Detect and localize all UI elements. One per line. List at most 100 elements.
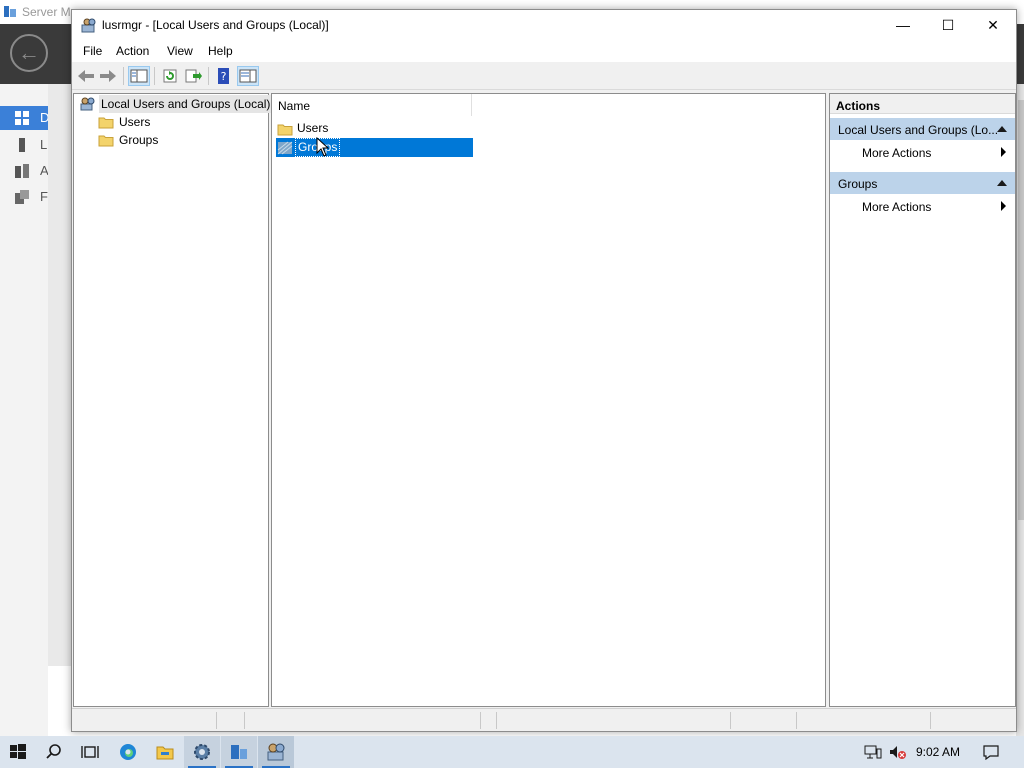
list-item-users[interactable]: Users bbox=[276, 119, 473, 138]
export-list-button[interactable] bbox=[182, 66, 204, 86]
lusrmgr-taskbar-button[interactable] bbox=[258, 736, 294, 768]
status-bar-divider bbox=[930, 712, 931, 729]
folder-icon bbox=[98, 135, 114, 147]
forward-icon bbox=[100, 70, 116, 82]
lusrmgr-window: lusrmgr - [Local Users and Groups (Local… bbox=[71, 9, 1017, 732]
network-icon[interactable] bbox=[864, 744, 882, 760]
action-group-label: Groups bbox=[838, 177, 878, 191]
window-titlebar[interactable]: lusrmgr - [Local Users and Groups (Local… bbox=[72, 10, 1016, 40]
edge-taskbar-button[interactable] bbox=[110, 736, 146, 768]
actions-header: Actions bbox=[830, 94, 1015, 114]
menu-action[interactable]: Action bbox=[116, 44, 149, 58]
maximize-button[interactable]: ☐ bbox=[925, 10, 971, 40]
menu-view[interactable]: View bbox=[167, 44, 193, 58]
folder-icon bbox=[98, 117, 114, 129]
clock-time[interactable]: 9:02 AM bbox=[916, 745, 960, 759]
server-manager-title: Server Ma bbox=[22, 5, 78, 19]
mouse-cursor-icon bbox=[316, 137, 330, 157]
close-icon: ✕ bbox=[987, 17, 999, 33]
notifications-icon[interactable] bbox=[982, 744, 1000, 760]
action-group-groups[interactable]: Groups bbox=[830, 172, 1015, 194]
show-hide-tree-icon bbox=[130, 69, 148, 83]
task-view-icon bbox=[81, 746, 99, 758]
help-icon: ? bbox=[218, 68, 229, 84]
collapse-caret-icon[interactable] bbox=[997, 126, 1007, 132]
list-item-groups[interactable]: Groups bbox=[276, 138, 473, 157]
status-bar-divider bbox=[796, 712, 797, 729]
maximize-icon: ☐ bbox=[941, 17, 955, 33]
file-explorer-taskbar-button[interactable] bbox=[147, 736, 183, 768]
menu-file[interactable]: File bbox=[83, 44, 102, 58]
column-header-label: Name bbox=[278, 99, 311, 113]
status-bar bbox=[72, 708, 1016, 731]
dashboard-icon bbox=[15, 111, 29, 125]
actions-pane: Actions Local Users and Groups (Lo... Mo… bbox=[829, 93, 1016, 707]
server-manager-scrollbar[interactable] bbox=[1018, 100, 1024, 520]
server-manager-icon bbox=[4, 6, 16, 17]
toolbar-separator bbox=[123, 67, 124, 85]
file-explorer-icon bbox=[156, 746, 174, 760]
result-list-pane: Name Users Groups bbox=[271, 93, 826, 707]
action-group-label: Local Users and Groups (Lo... bbox=[838, 123, 999, 137]
show-hide-action-pane-button[interactable] bbox=[237, 66, 259, 86]
show-hide-action-pane-icon bbox=[239, 69, 257, 83]
toolbar: ? bbox=[72, 62, 1016, 90]
export-list-icon bbox=[185, 69, 202, 83]
folder-icon bbox=[277, 141, 293, 155]
lusrmgr-icon bbox=[267, 743, 285, 761]
volume-muted-icon[interactable] bbox=[888, 744, 908, 760]
more-actions-item[interactable]: More Actions bbox=[830, 195, 1015, 217]
refresh-icon bbox=[163, 69, 177, 83]
submenu-arrow-icon bbox=[1001, 147, 1006, 157]
back-button[interactable] bbox=[75, 66, 97, 86]
refresh-button[interactable] bbox=[159, 66, 181, 86]
search-button[interactable] bbox=[36, 736, 72, 768]
computer-management-taskbar-button[interactable] bbox=[221, 736, 257, 768]
svg-text:?: ? bbox=[221, 70, 227, 83]
nav-item-file-services-letter: F bbox=[40, 189, 48, 204]
minimize-icon: — bbox=[896, 17, 910, 33]
computer-management-icon bbox=[231, 745, 247, 759]
search-icon bbox=[46, 744, 61, 759]
nav-item-local-server-letter: L bbox=[40, 137, 48, 152]
forward-button[interactable] bbox=[97, 66, 119, 86]
back-arrow-icon[interactable]: ← bbox=[10, 34, 48, 72]
menu-bar: File Action View Help bbox=[72, 40, 1016, 62]
status-bar-divider bbox=[216, 712, 217, 729]
show-hide-tree-button[interactable] bbox=[128, 66, 150, 86]
tree-node-label: Groups bbox=[119, 133, 159, 147]
column-header-name[interactable]: Name bbox=[272, 94, 472, 116]
folder-icon bbox=[277, 124, 293, 136]
more-actions-item[interactable]: More Actions bbox=[830, 141, 1015, 163]
status-bar-divider bbox=[244, 712, 245, 729]
tree-node-label: Users bbox=[119, 115, 151, 129]
toolbar-separator bbox=[208, 67, 209, 85]
file-services-icon bbox=[15, 190, 29, 204]
server-manager-gear-icon bbox=[194, 744, 210, 760]
task-view-button[interactable] bbox=[72, 736, 108, 768]
action-group-local-users-and-groups[interactable]: Local Users and Groups (Lo... bbox=[830, 118, 1015, 140]
minimize-button[interactable]: — bbox=[880, 10, 926, 40]
windows-start-icon bbox=[10, 744, 26, 759]
start-button[interactable] bbox=[0, 736, 36, 768]
close-button[interactable]: ✕ bbox=[970, 10, 1016, 40]
servers-icon bbox=[15, 164, 29, 178]
status-bar-divider bbox=[496, 712, 497, 729]
help-button[interactable]: ? bbox=[213, 66, 235, 86]
more-actions-label: More Actions bbox=[862, 200, 932, 214]
server-manager-taskbar-button[interactable] bbox=[184, 736, 220, 768]
menu-help[interactable]: Help bbox=[208, 44, 233, 58]
submenu-arrow-icon bbox=[1001, 201, 1006, 211]
console-tree-pane: Local Users and Groups (Local) Users Gro… bbox=[73, 93, 273, 707]
server-icon bbox=[19, 138, 25, 152]
more-actions-label: More Actions bbox=[862, 146, 932, 160]
toolbar-separator bbox=[154, 67, 155, 85]
window-title: lusrmgr - [Local Users and Groups (Local… bbox=[102, 18, 329, 32]
tree-node-label: Local Users and Groups (Local) bbox=[99, 95, 273, 113]
back-icon bbox=[78, 70, 94, 82]
edge-browser-icon bbox=[120, 744, 136, 760]
status-bar-divider bbox=[730, 712, 731, 729]
taskbar: 9:02 AM bbox=[0, 736, 1024, 768]
collapse-caret-icon[interactable] bbox=[997, 180, 1007, 186]
local-users-groups-icon bbox=[80, 97, 95, 111]
